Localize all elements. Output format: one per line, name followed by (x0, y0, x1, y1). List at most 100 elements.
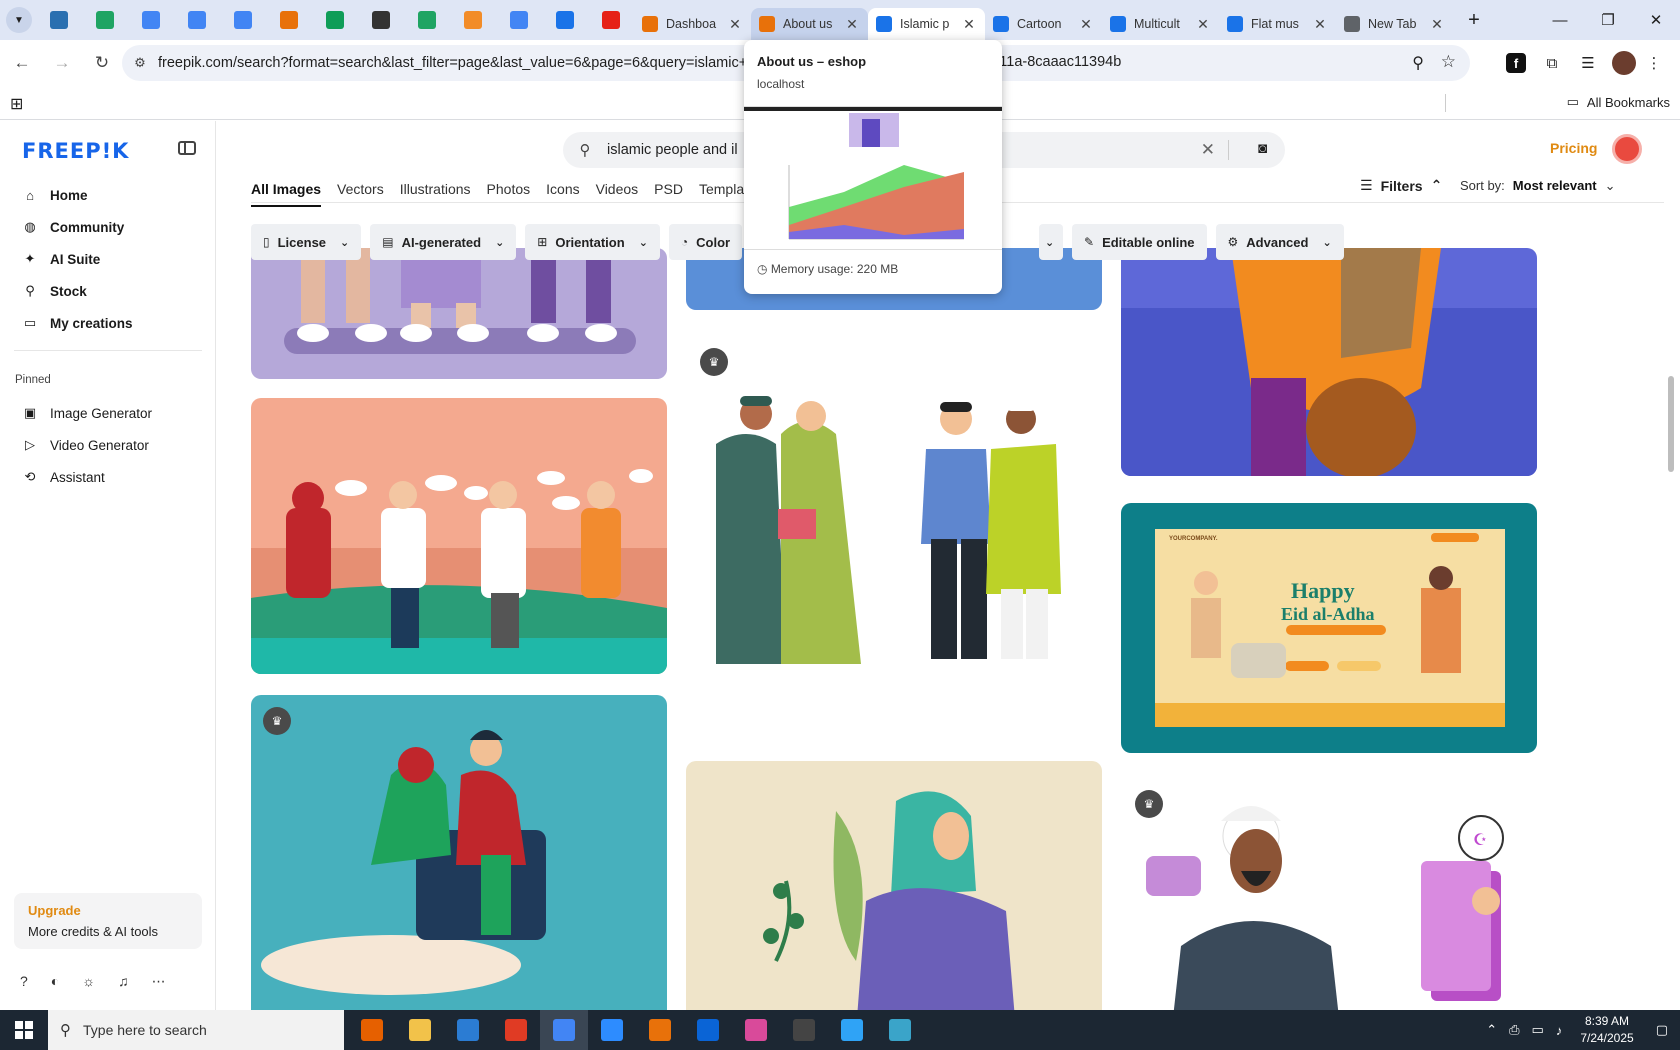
clear-search-icon[interactable]: ✕ (1201, 140, 1215, 160)
all-bookmarks-button[interactable]: ▭ All Bookmarks (1567, 94, 1670, 110)
camera-search-icon[interactable]: ◙ (1258, 140, 1267, 157)
back-icon[interactable]: ← (4, 45, 40, 81)
pinned-tab[interactable] (174, 0, 220, 40)
close-window-icon[interactable]: ✕ (1632, 0, 1680, 40)
image-card[interactable]: ♛ (251, 695, 667, 1010)
new-tab-button[interactable]: + (1459, 5, 1489, 35)
filter-chip-advanced[interactable]: ⚙ Advanced ⌄ (1215, 224, 1344, 260)
taskbar-app[interactable] (492, 1010, 540, 1050)
image-card[interactable] (686, 761, 1102, 1010)
tab-illustrations[interactable]: Illustrations (400, 181, 471, 207)
browser-tab[interactable]: Islamic p ✕ (868, 8, 985, 40)
tab-psd[interactable]: PSD (654, 181, 683, 207)
taskbar-app[interactable] (828, 1010, 876, 1050)
pinned-tab[interactable] (312, 0, 358, 40)
help-icon[interactable]: ? (20, 973, 28, 990)
pinned-tab[interactable] (542, 0, 588, 40)
sidebar-item-stock[interactable]: ⚲ Stock (14, 275, 204, 307)
taskbar-app[interactable] (540, 1010, 588, 1050)
page-scrollbar-thumb[interactable] (1668, 376, 1674, 472)
tab-vectors[interactable]: Vectors (337, 181, 384, 207)
clock[interactable]: 8:39 AM 7/24/2025 (1580, 1013, 1633, 1047)
sidebar-item-home[interactable]: ⌂ Home (14, 179, 204, 211)
filter-chip-color[interactable]: ◔ Color (668, 224, 743, 260)
sidebar-item-video-generator[interactable]: ▷ Video Generator (14, 429, 204, 461)
taskbar-app[interactable] (588, 1010, 636, 1050)
pinned-tab[interactable] (36, 0, 82, 40)
restore-icon[interactable]: ❐ (1584, 0, 1632, 40)
more-options-icon[interactable]: ⋯ (152, 973, 166, 990)
taskbar-search[interactable]: ⚲ Type here to search (48, 1010, 344, 1050)
apps-grid-icon[interactable]: ⊞ (10, 94, 23, 114)
tab-icons[interactable]: Icons (546, 181, 579, 207)
reload-icon[interactable]: ↻ (84, 45, 120, 81)
sidebar-item-community[interactable]: ◍ Community (14, 211, 204, 243)
taskbar-app[interactable] (732, 1010, 780, 1050)
filter-chip-license[interactable]: ▯ License ⌄ (251, 224, 362, 260)
extensions-icon[interactable]: ⧉ (1534, 45, 1570, 81)
image-card[interactable]: ☪ ♛ (1121, 776, 1537, 1010)
taskbar-app[interactable] (444, 1010, 492, 1050)
sidebar-item-assistant[interactable]: ⟲ Assistant (14, 461, 204, 493)
taskbar-app[interactable] (876, 1010, 924, 1050)
tab-templa[interactable]: Templa (699, 181, 744, 207)
close-tab-icon[interactable]: ✕ (844, 16, 860, 33)
close-tab-icon[interactable]: ✕ (1078, 16, 1094, 33)
tab-photos[interactable]: Photos (487, 181, 531, 207)
pinned-tab[interactable] (220, 0, 266, 40)
filter-chip-ai-generated[interactable]: ▤ AI-generated ⌄ (370, 224, 517, 260)
close-tab-icon[interactable]: ✕ (961, 16, 977, 33)
site-info-icon[interactable]: ⚙ (122, 55, 158, 71)
extension-f-icon[interactable]: f (1506, 53, 1526, 73)
image-card[interactable]: ♛ (686, 334, 1102, 674)
start-button[interactable] (0, 1010, 48, 1050)
browser-tab[interactable]: New Tab ✕ (1336, 8, 1453, 40)
sidebar-item-my-creations[interactable]: ▭ My creations (14, 307, 204, 339)
pinned-tab[interactable] (588, 0, 634, 40)
sidebar-item-ai-suite[interactable]: ✦ AI Suite (14, 243, 204, 275)
pinned-tab[interactable] (128, 0, 174, 40)
pinned-tab[interactable] (450, 0, 496, 40)
media-icon[interactable]: ☰ (1570, 45, 1606, 81)
freepik-logo[interactable]: FREEP!K (22, 139, 129, 163)
browser-tab[interactable]: Flat mus ✕ (1219, 8, 1336, 40)
forward-icon[interactable]: → (44, 45, 80, 81)
pinned-tab[interactable] (266, 0, 312, 40)
discord-icon[interactable]: ◐ (51, 973, 59, 990)
minimize-icon[interactable]: — (1536, 0, 1584, 40)
image-card[interactable] (1121, 248, 1537, 476)
upgrade-card[interactable]: Upgrade More credits & AI tools (14, 893, 202, 949)
tray-chevron-icon[interactable]: ⌃ (1486, 1022, 1497, 1038)
browser-tab[interactable]: About us ✕ (751, 8, 868, 40)
filters-button[interactable]: ☰ Filters ⌃ (1360, 177, 1442, 194)
sidebar-item-image-generator[interactable]: ▣ Image Generator (14, 397, 204, 429)
search-input[interactable]: islamic people and il (607, 142, 738, 158)
zoom-icon[interactable]: ⚲ (1412, 53, 1424, 73)
pinned-tab[interactable] (82, 0, 128, 40)
close-tab-icon[interactable]: ✕ (1195, 16, 1211, 33)
pinned-tab[interactable] (496, 0, 542, 40)
volume-icon[interactable]: ♪ (1556, 1023, 1563, 1038)
collapse-sidebar-icon[interactable] (178, 141, 196, 155)
taskbar-app[interactable] (396, 1010, 444, 1050)
pinned-tab[interactable] (404, 0, 450, 40)
image-card[interactable] (251, 248, 667, 379)
image-card[interactable] (251, 398, 667, 674)
pricing-link[interactable]: Pricing (1550, 140, 1597, 156)
profile-avatar[interactable] (1612, 51, 1636, 75)
network-icon[interactable]: ▭ (1532, 1022, 1544, 1038)
filter-chip-orientation[interactable]: ⊞ Orientation ⌄ (525, 224, 660, 260)
tab-search-button[interactable]: ▼ (6, 7, 32, 33)
taskbar-app[interactable] (348, 1010, 396, 1050)
printer-icon[interactable]: ⎙ (1509, 1022, 1519, 1038)
close-tab-icon[interactable]: ✕ (1429, 16, 1445, 33)
more-menu-icon[interactable]: ⋮ (1636, 45, 1672, 81)
notifications-center-icon[interactable]: ▢ (1656, 1022, 1668, 1038)
close-tab-icon[interactable]: ✕ (1312, 16, 1328, 33)
image-card[interactable]: YOURCOMPANY. Happy Eid al-Adha (1121, 503, 1537, 753)
sort-control[interactable]: Sort by: Most relevant ⌄ (1460, 178, 1616, 194)
close-tab-icon[interactable]: ✕ (727, 16, 743, 33)
pinned-tab[interactable] (358, 0, 404, 40)
browser-tab[interactable]: Dashboa ✕ (634, 8, 751, 40)
filter-chip-hidden[interactable]: ⌄ (1039, 224, 1063, 260)
